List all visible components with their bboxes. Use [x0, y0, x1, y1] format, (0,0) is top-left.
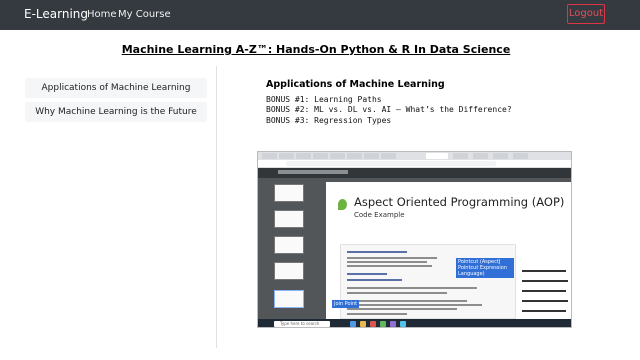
url-field — [286, 161, 496, 166]
logout-button[interactable]: Logout — [567, 4, 605, 24]
bonus-item: BONUS #2: ML vs. DL vs. AI – What’s the … — [266, 105, 512, 114]
bonus-item: BONUS #1: Learning Paths — [266, 95, 382, 104]
code-line — [347, 265, 432, 267]
browser-tab — [347, 153, 362, 159]
nav-home-link[interactable]: Home — [87, 9, 117, 20]
pdf-filename — [278, 170, 348, 174]
browser-tab — [473, 153, 488, 159]
browser-tab-bar — [258, 152, 571, 160]
code-line — [347, 279, 402, 281]
code-line — [347, 257, 437, 259]
top-navbar: E-Learning Home My Course Logout — [0, 0, 640, 30]
bullet-line — [522, 270, 566, 272]
course-title: Machine Learning A-Z™: Hands-On Python &… — [121, 43, 511, 56]
code-line — [347, 261, 427, 263]
join-point-callout: Join Point — [332, 300, 360, 308]
pdf-thumbnail — [274, 210, 304, 228]
browser-tab — [313, 153, 328, 159]
browser-tab — [330, 153, 345, 159]
code-example-box — [340, 244, 516, 319]
spring-leaf-icon — [338, 199, 347, 210]
browser-tab — [279, 153, 294, 159]
bullet-line — [522, 300, 568, 302]
bonus-item: BONUS #3: Regression Types — [266, 116, 392, 125]
code-line — [347, 273, 387, 275]
taskbar-app-icon — [390, 321, 396, 327]
taskbar-app-icon — [370, 321, 376, 327]
pdf-thumbnail — [274, 236, 304, 254]
slide-title: Aspect Oriented Programming (AOP) — [354, 195, 565, 209]
code-line — [347, 251, 407, 253]
browser-tab-active — [426, 153, 448, 159]
taskbar-app-icon — [380, 321, 386, 327]
pointcut-callout: Pointcut (AspectJ Pointcut Expression La… — [456, 258, 514, 278]
bullet-line — [522, 290, 566, 292]
browser-tab — [493, 153, 508, 159]
windows-taskbar: Type here to search — [258, 319, 571, 327]
browser-tab — [453, 153, 468, 159]
advice-bullet-list — [520, 268, 571, 318]
browser-tab — [381, 153, 396, 159]
brand-logo[interactable]: E-Learning — [24, 7, 88, 21]
sidebar-item-applications[interactable]: Applications of Machine Learning — [25, 78, 207, 98]
pdf-thumbnail — [274, 184, 304, 202]
taskbar-search: Type here to search — [274, 321, 330, 327]
browser-tab — [364, 153, 379, 159]
pdf-thumbnails — [258, 178, 320, 319]
lecture-screenshot-image: Aspect Oriented Programming (AOP) Code E… — [257, 151, 572, 328]
code-line — [347, 300, 467, 302]
bullet-line — [522, 310, 566, 312]
bullet-line — [522, 280, 568, 282]
code-line — [347, 313, 407, 315]
pdf-viewer: Aspect Oriented Programming (AOP) Code E… — [320, 178, 571, 319]
nav-my-course-link[interactable]: My Course — [118, 9, 171, 20]
browser-tab — [296, 153, 311, 159]
browser-tab — [513, 153, 528, 159]
section-title: Applications of Machine Learning — [266, 79, 445, 90]
pdf-toolbar — [258, 168, 571, 178]
taskbar-app-icon — [400, 321, 406, 327]
code-line — [347, 287, 477, 289]
code-line — [347, 308, 457, 310]
code-line — [347, 304, 482, 306]
taskbar-app-icon — [350, 321, 356, 327]
code-line — [347, 292, 447, 294]
taskbar-app-icon — [360, 321, 366, 327]
browser-url-bar — [258, 160, 571, 168]
slide-subtitle: Code Example — [354, 211, 405, 219]
slide-page: Aspect Oriented Programming (AOP) Code E… — [326, 182, 571, 319]
browser-tab — [262, 153, 277, 159]
pdf-thumbnail-selected — [274, 290, 304, 308]
vertical-divider — [216, 66, 217, 348]
sidebar-item-future[interactable]: Why Machine Learning is the Future — [25, 102, 207, 122]
pdf-thumbnail — [274, 262, 304, 280]
